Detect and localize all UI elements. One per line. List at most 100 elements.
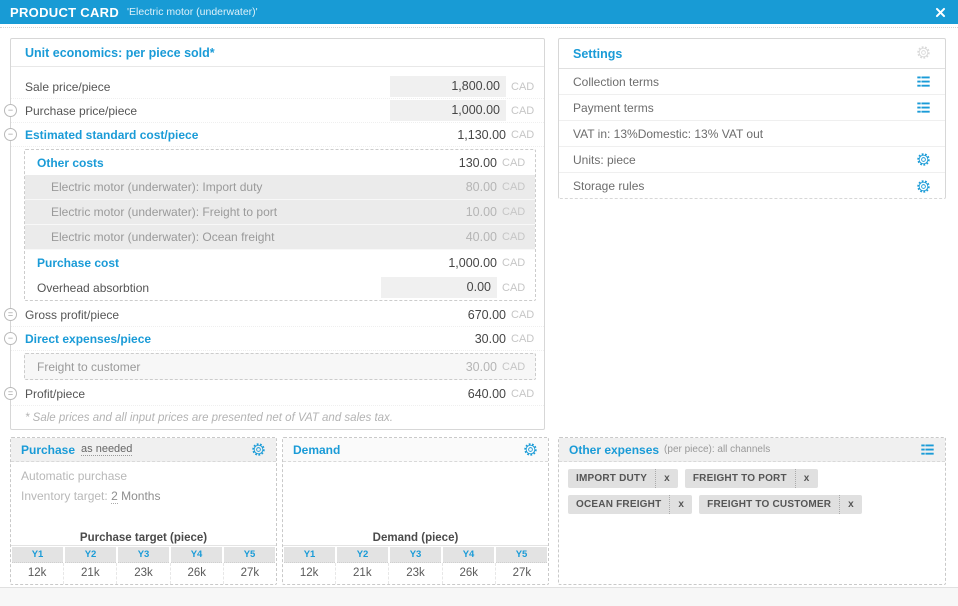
units-gear-icon[interactable] xyxy=(916,152,931,167)
purchase-year-value: 26k xyxy=(171,563,224,584)
demand-year-value: 12k xyxy=(283,563,336,584)
unit-economics-panel: − − = − = Unit economics: per piece sold… xyxy=(10,38,545,430)
other-costs-unit: CAD xyxy=(497,157,527,169)
demand-year-tab[interactable]: Y2 xyxy=(337,547,388,563)
demand-gear-icon[interactable] xyxy=(523,442,538,457)
gross-profit-label: Gross profit/piece xyxy=(25,308,119,322)
overhead-unit: CAD xyxy=(497,282,527,294)
est-std-cost-unit: CAD xyxy=(506,129,536,141)
row-other-costs: Other costs 130.00 CAD xyxy=(25,150,535,175)
automatic-purchase-label: Automatic purchase xyxy=(21,469,127,483)
row-freight-to-customer: Freight to customer 30.00 CAD xyxy=(25,354,535,379)
expense-tag[interactable]: IMPORT DUTYx xyxy=(568,469,678,488)
purchase-cost-label[interactable]: Purchase cost xyxy=(37,256,119,270)
inventory-target-label: Inventory target: xyxy=(21,489,108,503)
setting-payment-terms[interactable]: Payment terms xyxy=(559,95,945,121)
expense-tag[interactable]: OCEAN FREIGHTx xyxy=(568,495,692,514)
setting-vat[interactable]: VAT in: 13%Domestic: 13% VAT out xyxy=(559,121,945,147)
row-purchase-price: Purchase price/piece 1,000.00 CAD xyxy=(11,99,544,123)
purchase-gear-icon[interactable] xyxy=(251,442,266,457)
import-duty-value: 80.00 xyxy=(466,180,497,194)
purchase-price-label: Purchase price/piece xyxy=(25,104,137,118)
purchase-price-input[interactable]: 1,000.00 xyxy=(390,100,506,121)
freight-to-customer-value: 30.00 xyxy=(466,360,497,374)
purchase-year-tab[interactable]: Y1 xyxy=(12,547,63,563)
purchase-header: Purchase as needed xyxy=(11,438,276,462)
expense-tag-remove-icon[interactable]: x xyxy=(669,495,692,514)
close-icon[interactable] xyxy=(932,4,948,20)
calc-tree-line xyxy=(10,101,11,405)
purchase-title: Purchase xyxy=(21,443,75,457)
collapse-est-std-cost-icon[interactable]: − xyxy=(4,128,17,141)
purchase-year-tab[interactable]: Y2 xyxy=(65,547,116,563)
expense-tag-remove-icon[interactable]: x xyxy=(795,469,818,488)
direct-expenses-unit: CAD xyxy=(506,333,536,345)
expense-tag-label[interactable]: IMPORT DUTY xyxy=(568,469,655,488)
direct-expenses-breakdown: Freight to customer 30.00 CAD xyxy=(24,353,536,380)
collection-terms-list-icon[interactable] xyxy=(916,74,931,89)
other-expenses-list-icon[interactable] xyxy=(920,442,935,457)
demand-year-tab[interactable]: Y5 xyxy=(496,547,547,563)
expense-tag-label[interactable]: OCEAN FREIGHT xyxy=(568,495,669,514)
profit-label: Profit/piece xyxy=(25,387,85,401)
purchase-year-value: 21k xyxy=(64,563,117,584)
vat-footnote: * Sale prices and all input prices are p… xyxy=(11,406,544,424)
expense-tag-remove-icon[interactable]: x xyxy=(655,469,678,488)
row-est-std-cost: Estimated standard cost/piece 1,130.00 C… xyxy=(11,123,544,147)
settings-title: Settings xyxy=(573,47,622,61)
expense-tag-remove-icon[interactable]: x xyxy=(839,495,862,514)
demand-year-value: 21k xyxy=(336,563,389,584)
expense-tag-label[interactable]: FREIGHT TO CUSTOMER xyxy=(699,495,839,514)
purchase-year-tab[interactable]: Y5 xyxy=(224,547,275,563)
row-gross-profit: Gross profit/piece 670.00 CAD xyxy=(11,303,544,327)
collapse-purchase-price-icon[interactable]: − xyxy=(4,104,17,117)
setting-units[interactable]: Units: piece xyxy=(559,147,945,173)
purchase-year-value: 12k xyxy=(11,563,64,584)
setting-collection-terms[interactable]: Collection terms xyxy=(559,69,945,95)
storage-rules-gear-icon[interactable] xyxy=(916,179,931,194)
settings-gear-icon[interactable] xyxy=(916,45,931,63)
purchase-year-tab[interactable]: Y3 xyxy=(118,547,169,563)
overhead-input[interactable]: 0.00 xyxy=(381,277,497,298)
purchase-panel: Purchase as needed Automatic purchase In… xyxy=(10,437,277,585)
settings-header: Settings xyxy=(559,39,945,69)
other-costs-label[interactable]: Other costs xyxy=(37,156,104,170)
row-import-duty: Electric motor (underwater): Import duty… xyxy=(25,175,535,200)
gross-profit-value: 670.00 xyxy=(468,308,506,322)
profit-unit: CAD xyxy=(506,388,536,400)
freight-to-port-value: 10.00 xyxy=(466,205,497,219)
header-separator xyxy=(0,27,958,28)
direct-expenses-label[interactable]: Direct expenses/piece xyxy=(25,332,151,346)
product-name: 'Electric motor (underwater)' xyxy=(127,6,258,18)
purchase-year-header-row: Y1Y2Y3Y4Y5 xyxy=(11,546,276,563)
window-titlebar: PRODUCT CARD 'Electric motor (underwater… xyxy=(0,0,958,24)
payment-terms-label: Payment terms xyxy=(573,101,654,115)
settings-panel: Settings Collection terms Payment terms … xyxy=(558,38,946,199)
import-duty-unit: CAD xyxy=(497,181,527,193)
purchase-mode-toggle[interactable]: as needed xyxy=(81,443,132,456)
ocean-freight-label: Electric motor (underwater): Ocean freig… xyxy=(51,230,274,244)
row-overhead: Overhead absorbtion 0.00 CAD xyxy=(25,275,535,300)
freight-to-port-label: Electric motor (underwater): Freight to … xyxy=(51,205,277,219)
expense-tag[interactable]: FREIGHT TO PORTx xyxy=(685,469,818,488)
other-expenses-subtitle: (per piece): all channels xyxy=(664,444,770,455)
row-sale-price: Sale price/piece 1,800.00 CAD xyxy=(11,75,544,99)
sale-price-unit: CAD xyxy=(506,81,536,93)
demand-year-tab[interactable]: Y3 xyxy=(390,547,441,563)
sale-price-input[interactable]: 1,800.00 xyxy=(390,76,506,97)
expense-tag-label[interactable]: FREIGHT TO PORT xyxy=(685,469,795,488)
setting-storage-rules[interactable]: Storage rules xyxy=(559,173,945,199)
sale-price-label: Sale price/piece xyxy=(25,80,110,94)
collapse-direct-expenses-icon[interactable]: − xyxy=(4,332,17,345)
purchase-year-tab[interactable]: Y4 xyxy=(171,547,222,563)
ocean-freight-unit: CAD xyxy=(497,231,527,243)
expense-tag[interactable]: FREIGHT TO CUSTOMERx xyxy=(699,495,862,514)
est-std-cost-label[interactable]: Estimated standard cost/piece xyxy=(25,128,198,142)
demand-year-tab[interactable]: Y4 xyxy=(443,547,494,563)
payment-terms-list-icon[interactable] xyxy=(916,100,931,115)
footer-strip xyxy=(0,587,958,606)
purchase-target-table: Y1Y2Y3Y4Y5 12k21k23k26k27k xyxy=(11,545,276,584)
row-purchase-cost: Purchase cost 1,000.00 CAD xyxy=(25,250,535,275)
demand-year-tab[interactable]: Y1 xyxy=(284,547,335,563)
inventory-target-value[interactable]: 2 xyxy=(111,489,118,504)
